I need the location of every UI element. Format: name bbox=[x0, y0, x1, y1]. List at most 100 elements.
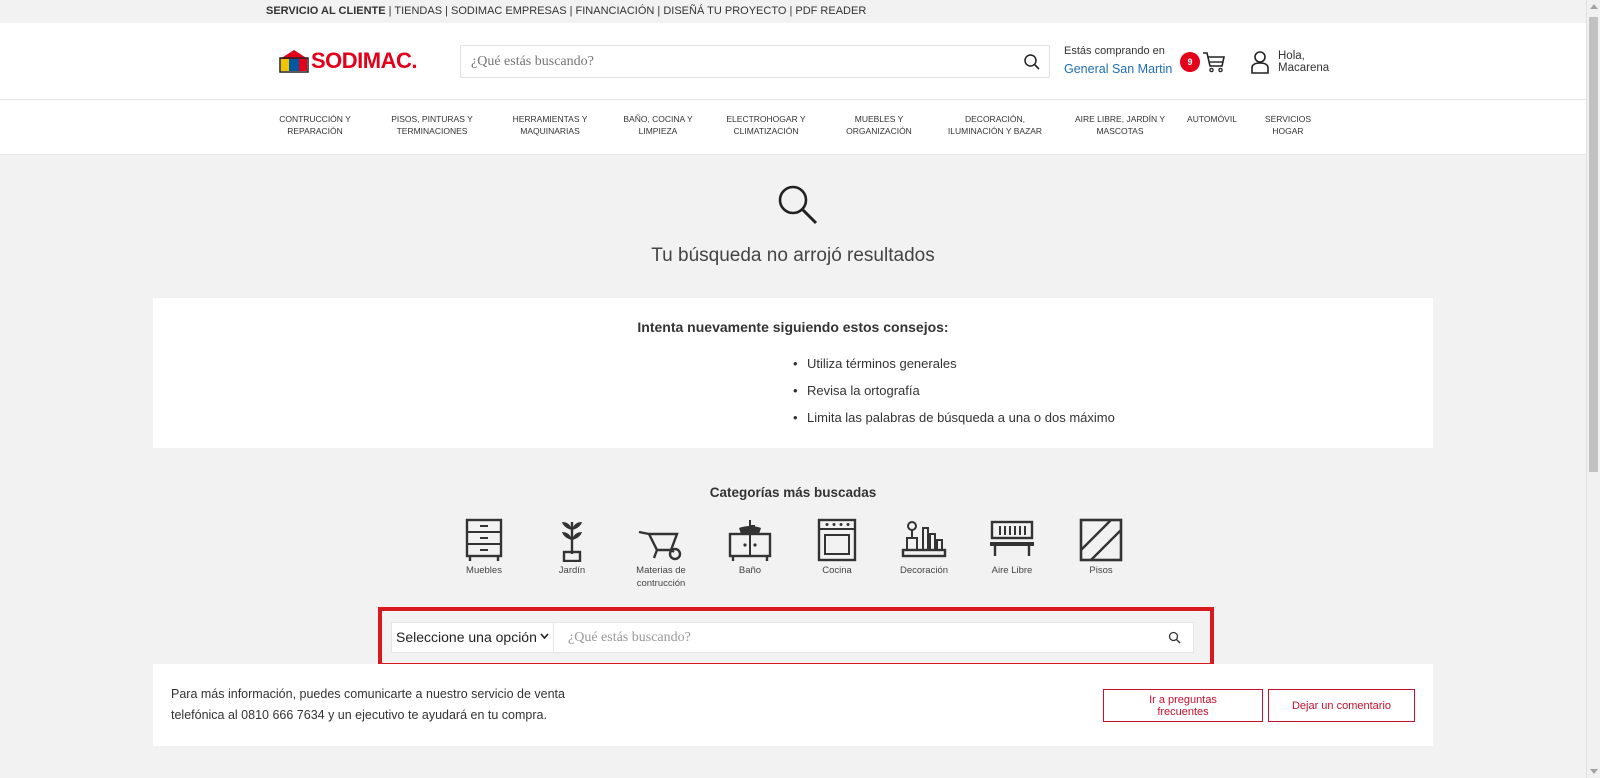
category-aire-libre[interactable]: Aire Libre bbox=[979, 518, 1045, 577]
contact-info-panel: Para más información, puedes comunicarte… bbox=[153, 664, 1433, 746]
nav-label: TERMINACIONES bbox=[396, 126, 468, 136]
nav-label: ORGANIZACIÓN bbox=[846, 126, 912, 136]
contact-info-text: Para más información, puedes comunicarte… bbox=[171, 684, 591, 726]
nav-label: ELECTROHOGAR Y bbox=[726, 114, 806, 124]
nav-item-construccion[interactable]: CONTRUCCIÓN Y REPARACIÓN bbox=[270, 113, 360, 137]
nav-label: HERRAMIENTAS Y bbox=[512, 114, 588, 124]
bathroom-vanity-icon bbox=[728, 520, 772, 561]
category-cocina[interactable]: Cocina bbox=[804, 518, 870, 577]
tip-item: Limita las palabras de búsqueda a una o … bbox=[793, 410, 1115, 437]
nav-label: MUEBLES Y bbox=[854, 114, 904, 124]
store-label: Estás comprando en bbox=[1064, 45, 1165, 57]
plant-icon bbox=[562, 522, 582, 562]
nav-label: MASCOTAS bbox=[1096, 126, 1144, 136]
nav-item-decoracion[interactable]: DECORACIÓN, ILUMINACIÓN Y BAZAR bbox=[940, 113, 1050, 137]
scrollbar-thumb[interactable] bbox=[1589, 17, 1598, 472]
search-icon[interactable] bbox=[1168, 631, 1181, 644]
category-label: Muebles bbox=[466, 565, 502, 576]
account-menu[interactable]: Hola, Macarena bbox=[1250, 48, 1350, 78]
category-label: Materias de contrucción bbox=[636, 565, 686, 589]
nav-label: AIRE LIBRE, JARDÍN Y bbox=[1074, 114, 1166, 124]
category-nav: CONTRUCCIÓN Y REPARACIÓN PISOS, PINTURAS … bbox=[0, 100, 1586, 155]
dresser-icon bbox=[465, 518, 503, 561]
contact-line2: telefónica al 0810 666 7634 y un ejecuti… bbox=[171, 708, 547, 722]
nav-item-muebles[interactable]: MUEBLES Y ORGANIZACIÓN bbox=[832, 113, 926, 137]
category-label: Baño bbox=[738, 565, 762, 576]
category-label: Decoración bbox=[899, 565, 949, 576]
nav-item-pisos-pinturas[interactable]: PISOS, PINTURAS Y TERMINACIONES bbox=[384, 113, 480, 137]
leave-comment-button[interactable]: Dejar un comentario bbox=[1268, 689, 1415, 722]
oven-icon bbox=[817, 518, 857, 562]
category-muebles[interactable]: Muebles bbox=[451, 518, 517, 577]
category-label: Aire Libre bbox=[991, 565, 1033, 576]
nav-label: DECORACIÓN, bbox=[965, 114, 1025, 124]
nav-label: SERVICIOS bbox=[1264, 114, 1312, 124]
tips-list: Utiliza términos generales Revisa la ort… bbox=[793, 356, 1115, 437]
business-link[interactable]: SODIMAC EMPRESAS | bbox=[451, 5, 576, 17]
header-search-input[interactable] bbox=[461, 46, 991, 77]
wheelbarrow-icon bbox=[638, 530, 682, 561]
nav-label: MAQUINARIAS bbox=[520, 126, 580, 136]
select-value: Seleccione una opción bbox=[396, 629, 537, 645]
header-search-box bbox=[460, 45, 1050, 78]
scroll-up-arrow-icon[interactable] bbox=[1590, 4, 1598, 9]
category-decoracion[interactable]: Decoración bbox=[891, 518, 957, 577]
cart-icon bbox=[1203, 52, 1225, 73]
nav-item-bano-cocina[interactable]: BAÑO, COCINA Y LIMPIEZA bbox=[612, 113, 704, 137]
utility-links: SERVICIO AL CLIENTE | TIENDAS | SODIMAC … bbox=[266, 5, 866, 17]
store-city-link[interactable]: General San Martin bbox=[1064, 62, 1172, 76]
contact-line1: Para más información, puedes comunicarte… bbox=[171, 687, 565, 701]
nav-label: HOGAR bbox=[1272, 126, 1304, 136]
user-icon bbox=[1251, 51, 1269, 74]
customer-service-link[interactable]: SERVICIO AL CLIENTE bbox=[266, 5, 386, 17]
design-project-link[interactable]: DISEÑÁ TU PROYECTO bbox=[663, 5, 789, 17]
category-materiales[interactable]: Materias de contrucción bbox=[628, 518, 694, 590]
shelf-decor-icon bbox=[901, 521, 947, 558]
nav-label: BAÑO, COCINA Y bbox=[623, 114, 693, 124]
cart-button[interactable]: 9 bbox=[1180, 50, 1228, 76]
magnifier-icon bbox=[778, 185, 818, 225]
stores-link[interactable]: | TIENDAS | bbox=[386, 5, 451, 17]
site-header: SODIMAC. Estás comprando en General San … bbox=[0, 23, 1586, 100]
sodimac-logo[interactable]: SODIMAC. bbox=[279, 48, 418, 73]
financing-link[interactable]: FINANCIACIÓN | bbox=[576, 5, 664, 17]
store-selector: Estás comprando en General San Martin bbox=[1064, 45, 1172, 76]
chevron-down-icon bbox=[540, 633, 549, 639]
no-results-message: Tu búsqueda no arrojó resultados bbox=[651, 245, 935, 266]
logo-text: SODIMAC. bbox=[311, 48, 418, 73]
nav-item-automovil[interactable]: AUTOMÓVIL bbox=[1180, 113, 1244, 125]
user-greeting: Hola, Macarena bbox=[1278, 50, 1329, 74]
category-label: Jardín bbox=[558, 565, 586, 576]
greeting-line1: Hola, bbox=[1278, 50, 1305, 62]
nav-item-servicios-hogar[interactable]: SERVICIOS HOGAR bbox=[1256, 113, 1320, 137]
pdf-reader-link[interactable]: | PDF READER bbox=[789, 5, 866, 17]
search-icon[interactable] bbox=[1023, 53, 1041, 71]
nav-label: CONTRUCCIÓN Y bbox=[279, 114, 351, 124]
nav-label: LIMPIEZA bbox=[638, 126, 678, 136]
faq-label-line1: Ir a preguntas bbox=[1149, 693, 1217, 706]
tip-item: Utiliza términos generales bbox=[793, 356, 1115, 383]
greeting-name: Macarena bbox=[1278, 62, 1330, 74]
nav-label: ILUMINACIÓN Y BAZAR bbox=[947, 126, 1043, 136]
category-label: Pisos bbox=[1089, 565, 1113, 576]
scroll-down-arrow-icon[interactable] bbox=[1590, 769, 1598, 774]
category-bano[interactable]: Baño bbox=[717, 518, 783, 577]
category-pisos[interactable]: Pisos bbox=[1068, 518, 1134, 577]
faq-label-line2: frecuentes bbox=[1157, 705, 1209, 718]
floor-tile-icon bbox=[1079, 518, 1123, 562]
nav-label: AUTOMÓVIL bbox=[1187, 114, 1237, 124]
nav-item-aire-libre[interactable]: AIRE LIBRE, JARDÍN Y MASCOTAS bbox=[1067, 113, 1173, 137]
category-search-bar: Seleccione una opción ¿Qué estás buscand… bbox=[391, 622, 1194, 653]
category-search-input[interactable]: ¿Qué estás buscando? bbox=[568, 623, 691, 652]
cart-count-badge: 9 bbox=[1180, 52, 1200, 72]
category-jardin[interactable]: Jardín bbox=[539, 518, 605, 577]
nav-item-herramientas[interactable]: HERRAMIENTAS Y MAQUINARIAS bbox=[502, 113, 598, 137]
faq-button[interactable]: Ir a preguntas frecuentes bbox=[1103, 689, 1263, 722]
page-scrollbar[interactable] bbox=[1586, 0, 1600, 778]
nav-item-electrohogar[interactable]: ELECTROHOGAR Y CLIMATIZACIÓN bbox=[718, 113, 814, 137]
bench-icon bbox=[990, 520, 1034, 556]
tips-title: Intenta nuevamente siguiendo estos conse… bbox=[637, 319, 949, 335]
nav-label: CLIMATIZACIÓN bbox=[733, 126, 799, 136]
nav-label: PISOS, PINTURAS Y bbox=[391, 114, 473, 124]
category-select[interactable]: Seleccione una opción bbox=[392, 623, 554, 652]
